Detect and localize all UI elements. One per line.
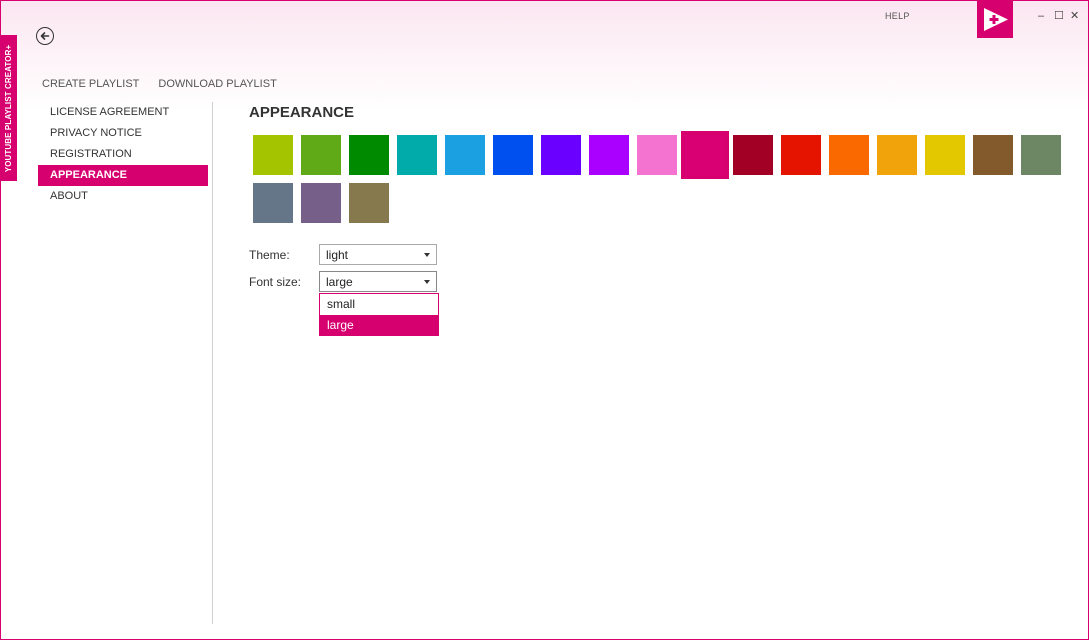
play-plus-logo-icon	[984, 8, 1008, 31]
maximize-button[interactable]: ☐	[1054, 10, 1064, 22]
theme-select[interactable]: light	[319, 244, 437, 265]
nav-create-playlist[interactable]: CREATE PLAYLIST	[42, 78, 139, 90]
close-button[interactable]: ✕	[1070, 10, 1079, 22]
color-swatch[interactable]	[829, 135, 869, 175]
color-swatch[interactable]	[253, 183, 293, 223]
color-swatch[interactable]	[253, 135, 293, 175]
app-logo	[977, 1, 1013, 38]
font-size-dropdown: small large	[319, 293, 439, 336]
color-swatch[interactable]	[589, 135, 629, 175]
sidebar-item-privacy-notice[interactable]: PRIVACY NOTICE	[38, 123, 208, 144]
close-icon: ✕	[1070, 10, 1080, 22]
settings-sidebar: LICENSE AGREEMENT PRIVACY NOTICE REGISTR…	[38, 102, 208, 207]
back-button[interactable]	[36, 27, 54, 45]
color-swatch[interactable]	[781, 135, 821, 175]
color-swatch[interactable]	[301, 183, 341, 223]
color-swatch[interactable]	[349, 135, 389, 175]
dropdown-option-small[interactable]: small	[320, 294, 438, 315]
app-window: YOUTUBE PLAYLIST CREATOR+ HELP – ☐ ✕ CRE…	[0, 0, 1089, 640]
color-swatch[interactable]	[493, 135, 533, 175]
sidebar-divider	[212, 102, 213, 624]
color-swatch[interactable]	[733, 135, 773, 175]
sidebar-item-registration[interactable]: REGISTRATION	[38, 144, 208, 165]
minimize-button[interactable]: –	[1038, 10, 1044, 22]
color-swatch[interactable]	[925, 135, 965, 175]
color-swatch[interactable]	[397, 135, 437, 175]
color-swatch[interactable]	[1021, 135, 1061, 175]
minimize-icon: –	[1038, 10, 1045, 22]
header-background	[1, 1, 1088, 111]
page-title: APPEARANCE	[249, 104, 355, 121]
theme-label: Theme:	[249, 248, 290, 262]
color-swatch[interactable]	[637, 135, 677, 175]
back-arrow-icon	[40, 32, 50, 40]
top-navigation: CREATE PLAYLIST DOWNLOAD PLAYLIST	[42, 78, 277, 90]
maximize-icon: ☐	[1054, 10, 1064, 22]
sidebar-item-about[interactable]: ABOUT	[38, 186, 208, 207]
color-swatch[interactable]	[301, 135, 341, 175]
color-swatch[interactable]	[349, 183, 389, 223]
color-swatch[interactable]	[541, 135, 581, 175]
nav-download-playlist[interactable]: DOWNLOAD PLAYLIST	[158, 78, 276, 90]
color-swatch[interactable]	[973, 135, 1013, 175]
color-swatch[interactable]	[445, 135, 485, 175]
color-swatch[interactable]	[877, 135, 917, 175]
theme-select-value: light	[326, 248, 349, 262]
sidebar-item-license-agreement[interactable]: LICENSE AGREEMENT	[38, 102, 208, 123]
sidebar-item-appearance[interactable]: APPEARANCE	[38, 165, 208, 186]
font-size-label: Font size:	[249, 275, 302, 289]
help-link[interactable]: HELP	[885, 11, 910, 21]
chevron-down-icon	[424, 280, 430, 284]
chevron-down-icon	[424, 253, 430, 257]
app-side-title: YOUTUBE PLAYLIST CREATOR+	[4, 44, 14, 172]
font-size-select-value: large	[326, 275, 353, 289]
app-side-title-tab: YOUTUBE PLAYLIST CREATOR+	[1, 35, 17, 181]
dropdown-option-large[interactable]: large	[320, 315, 438, 336]
font-size-select[interactable]: large	[319, 271, 437, 292]
color-swatch[interactable]	[681, 131, 729, 179]
